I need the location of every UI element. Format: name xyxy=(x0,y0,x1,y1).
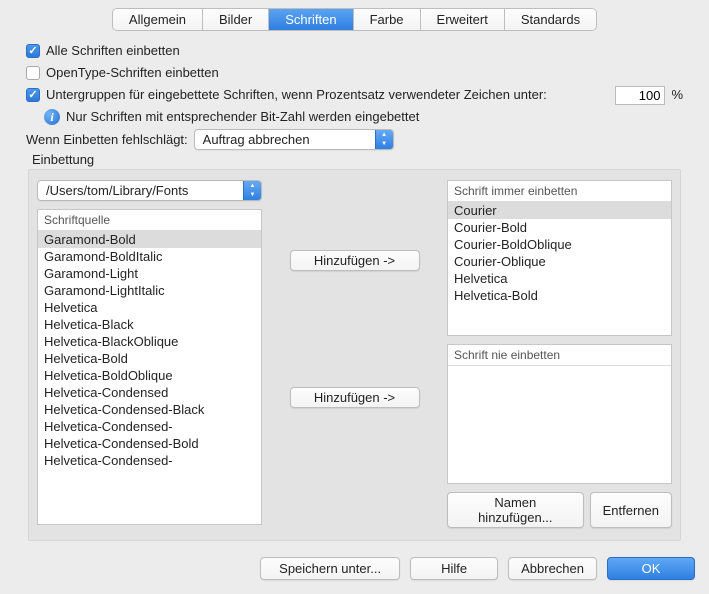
source-font-item[interactable]: Garamond-Bold xyxy=(38,231,261,248)
always-font-item[interactable]: Helvetica xyxy=(448,270,671,287)
source-font-item[interactable]: Helvetica-Condensed-Black xyxy=(38,401,261,418)
tab-bilder[interactable]: Bilder xyxy=(203,9,269,30)
tab-farbe[interactable]: Farbe xyxy=(354,9,421,30)
always-font-item[interactable]: Courier xyxy=(448,202,671,219)
always-embed-header: Schrift immer einbetten xyxy=(448,181,671,202)
select-failure-action[interactable]: Auftrag abbrechen ▲▼ xyxy=(194,129,394,150)
source-font-item[interactable]: Helvetica-Condensed- xyxy=(38,452,261,469)
label-info-note: Nur Schriften mit entsprechender Bit-Zah… xyxy=(66,107,419,127)
button-add-always[interactable]: Hinzufügen -> xyxy=(290,250,420,271)
font-source-path-value: /Users/tom/Library/Fonts xyxy=(46,183,243,198)
listbox-never-embed[interactable]: Schrift nie einbetten xyxy=(447,344,672,484)
listbox-font-source[interactable]: Schriftquelle Garamond-BoldGaramond-Bold… xyxy=(37,209,262,525)
source-font-item[interactable]: Helvetica xyxy=(38,299,261,316)
button-remove[interactable]: Entfernen xyxy=(590,492,672,528)
label-subset: Untergruppen für eingebettete Schriften,… xyxy=(46,85,547,105)
checkbox-embed-opentype[interactable] xyxy=(26,66,40,80)
tab-standards[interactable]: Standards xyxy=(505,9,596,30)
select-font-source-path[interactable]: /Users/tom/Library/Fonts ▲▼ xyxy=(37,180,262,201)
source-font-item[interactable]: Helvetica-BlackOblique xyxy=(38,333,261,350)
tab-allgemein[interactable]: Allgemein xyxy=(113,9,203,30)
always-font-item[interactable]: Courier-Bold xyxy=(448,219,671,236)
info-icon: i xyxy=(44,109,60,125)
source-font-item[interactable]: Helvetica-BoldOblique xyxy=(38,367,261,384)
button-ok[interactable]: OK xyxy=(607,557,695,580)
always-font-item[interactable]: Helvetica-Bold xyxy=(448,287,671,304)
source-font-item[interactable]: Helvetica-Condensed- xyxy=(38,418,261,435)
source-font-item[interactable]: Helvetica-Condensed-Bold xyxy=(38,435,261,452)
label-failure: Wenn Einbetten fehlschlägt: xyxy=(26,130,188,150)
percent-sign: % xyxy=(671,85,683,105)
source-font-item[interactable]: Helvetica-Black xyxy=(38,316,261,333)
button-save-as[interactable]: Speichern unter... xyxy=(260,557,400,580)
checkbox-embed-all[interactable] xyxy=(26,44,40,58)
checkbox-subset[interactable] xyxy=(26,88,40,102)
label-embed-all: Alle Schriften einbetten xyxy=(46,41,180,61)
source-font-item[interactable]: Helvetica-Bold xyxy=(38,350,261,367)
button-help[interactable]: Hilfe xyxy=(410,557,498,580)
listbox-always-embed[interactable]: Schrift immer einbetten CourierCourier-B… xyxy=(447,180,672,336)
source-font-item[interactable]: Helvetica-Condensed xyxy=(38,384,261,401)
font-source-header: Schriftquelle xyxy=(38,210,261,231)
source-font-item[interactable]: Garamond-LightItalic xyxy=(38,282,261,299)
always-font-item[interactable]: Courier-BoldOblique xyxy=(448,236,671,253)
subset-percent-input[interactable] xyxy=(615,86,665,105)
never-embed-header: Schrift nie einbetten xyxy=(448,345,671,366)
button-add-never[interactable]: Hinzufügen -> xyxy=(290,387,420,408)
tab-strip: AllgemeinBilderSchriftenFarbeErweitertSt… xyxy=(112,8,597,31)
button-cancel[interactable]: Abbrechen xyxy=(508,557,597,580)
label-embed-opentype: OpenType-Schriften einbetten xyxy=(46,63,219,83)
tab-erweitert[interactable]: Erweitert xyxy=(421,9,505,30)
tab-schriften[interactable]: Schriften xyxy=(269,9,353,30)
always-font-item[interactable]: Courier-Oblique xyxy=(448,253,671,270)
select-failure-value: Auftrag abbrechen xyxy=(203,130,375,150)
button-add-name[interactable]: Namen hinzufügen... xyxy=(447,492,584,528)
label-embedding-section: Einbettung xyxy=(32,152,683,167)
source-font-item[interactable]: Garamond-Light xyxy=(38,265,261,282)
source-font-item[interactable]: Garamond-BoldItalic xyxy=(38,248,261,265)
